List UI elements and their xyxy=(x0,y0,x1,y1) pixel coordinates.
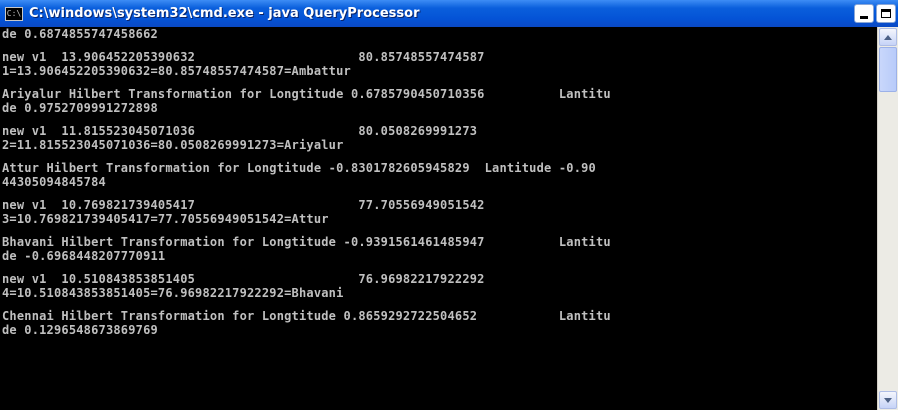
console-app-icon[interactable]: C:\ xyxy=(5,6,23,21)
console-line: new v1 10.769821739405417 77.70556949051… xyxy=(2,198,485,212)
maximize-icon xyxy=(881,9,891,18)
arrow-down-icon xyxy=(884,397,892,403)
cmd-window: C:\ C:\windows\system32\cmd.exe - java Q… xyxy=(0,0,898,410)
window-title: C:\windows\system32\cmd.exe - java Query… xyxy=(29,6,420,21)
console-line: de 0.9752709991272898 xyxy=(2,101,158,115)
maximize-button[interactable] xyxy=(876,4,896,23)
console-line: new v1 10.510843853851405 76.96982217922… xyxy=(2,272,485,286)
console-line: Attur Hilbert Transformation for Longtit… xyxy=(2,161,596,175)
vertical-scrollbar[interactable] xyxy=(877,27,898,410)
console-line: 44305094845784 xyxy=(2,175,106,189)
console-line: de -0.6968448207770911 xyxy=(2,249,166,263)
console-line: Ariyalur Hilbert Transformation for Long… xyxy=(2,87,611,101)
scrollbar-thumb[interactable] xyxy=(879,47,897,92)
console-line: de 0.6874855747458662 xyxy=(2,27,158,41)
console-output[interactable]: de 0.6874855747458662 new v1 13.90645220… xyxy=(0,27,877,410)
minimize-button[interactable] xyxy=(854,4,874,23)
console-line: new v1 11.815523045071036 80.05082699912… xyxy=(2,124,478,138)
console-lines: de 0.6874855747458662 new v1 13.90645220… xyxy=(0,27,877,337)
console-line: 2=11.815523045071036=80.0508269991273=Ar… xyxy=(2,138,344,152)
console-line: new v1 13.906452205390632 80.85748557474… xyxy=(2,50,485,64)
console-line: 3=10.769821739405417=77.70556949051542=A… xyxy=(2,212,329,226)
title-bar[interactable]: C:\ C:\windows\system32\cmd.exe - java Q… xyxy=(0,0,898,27)
console-line: Bhavani Hilbert Transformation for Longt… xyxy=(2,235,611,249)
console-line: 1=13.906452205390632=80.85748557474587=A… xyxy=(2,64,351,78)
console-line: 4=10.510843853851405=76.96982217922292=B… xyxy=(2,286,344,300)
minimize-icon xyxy=(860,16,868,19)
console-line: Chennai Hilbert Transformation for Longt… xyxy=(2,309,611,323)
scroll-down-button[interactable] xyxy=(879,391,897,409)
arrow-up-icon xyxy=(884,34,892,40)
console-line: de 0.1296548673869769 xyxy=(2,323,158,337)
scroll-up-button[interactable] xyxy=(879,28,897,46)
